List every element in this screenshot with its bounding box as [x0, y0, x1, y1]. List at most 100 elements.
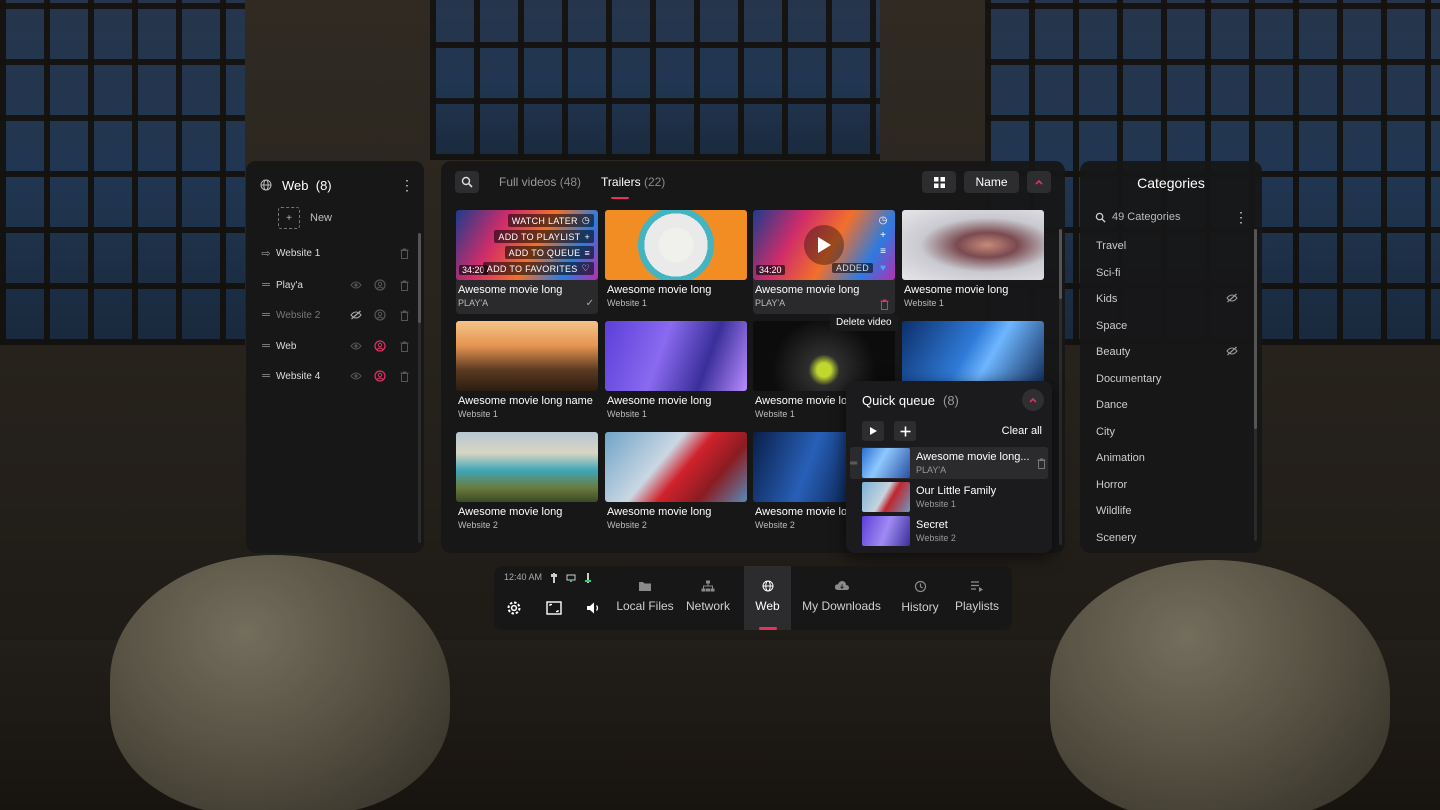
website-name: Website 4	[276, 370, 321, 382]
video-thumbnail[interactable]	[456, 321, 598, 391]
queue-add-icon: ≡	[584, 247, 590, 258]
trash-icon[interactable]	[396, 368, 412, 384]
website-row[interactable]: ⇨ Website 1	[260, 244, 412, 262]
drag-handle-icon[interactable]: ═	[260, 340, 272, 352]
nav-network[interactable]: Network	[679, 566, 737, 630]
trash-icon[interactable]	[396, 277, 412, 293]
eye-icon[interactable]	[348, 368, 364, 384]
clock: 12:40 AM	[504, 572, 543, 583]
eye-off-icon[interactable]	[348, 307, 364, 323]
tab-full-videos[interactable]: Full videos (48)	[499, 171, 581, 193]
queue-item[interactable]: Secret Website 2	[850, 515, 1048, 547]
add-to-queue-button[interactable]	[894, 421, 916, 441]
video-card[interactable]: Awesome movie long name Website 1	[456, 321, 598, 425]
queue-add-icon[interactable]: ≡	[877, 246, 889, 258]
video-thumbnail[interactable]	[605, 321, 747, 391]
play-button[interactable]	[804, 225, 844, 265]
heart-icon[interactable]: ♥	[877, 263, 889, 275]
video-thumbnail[interactable]	[605, 210, 747, 280]
search-button[interactable]	[455, 171, 479, 193]
category-item[interactable]: Scenery	[1096, 530, 1238, 546]
video-card[interactable]: 34:20 WATCH LATER ◷ ADD TO PLAYLIST + ADD TO …	[456, 210, 598, 314]
categories-search[interactable]: 49 Categories ⋮	[1095, 209, 1248, 225]
website-row[interactable]: ═ Web	[260, 337, 412, 355]
queue-item[interactable]: ═ Awesome movie long... PLAY'A	[850, 447, 1048, 479]
video-thumbnail[interactable]	[456, 432, 598, 502]
website-name: Play'a	[276, 279, 303, 291]
queue-item[interactable]: Our Little Family Website 1	[850, 481, 1048, 513]
queue-thumbnail	[862, 482, 910, 512]
video-card[interactable]: Awesome movie long Website 2	[605, 432, 747, 536]
add-to-favorites-button[interactable]: ADD TO FAVORITES ♡	[482, 262, 594, 275]
volume-button[interactable]	[582, 596, 606, 620]
add-to-playlist-button[interactable]: ADD TO PLAYLIST +	[494, 230, 594, 243]
drag-handle-icon[interactable]: ═	[850, 458, 858, 469]
category-item[interactable]: Space	[1096, 318, 1238, 334]
eye-icon[interactable]	[348, 338, 364, 354]
play-queue-button[interactable]	[862, 421, 884, 441]
drag-handle-icon[interactable]: ═	[260, 309, 272, 321]
added-badge: ADDED	[831, 263, 873, 273]
nav-history[interactable]: History	[890, 566, 950, 630]
eye-icon[interactable]	[348, 277, 364, 293]
video-card[interactable]: Awesome movie long Website 2	[456, 432, 598, 536]
user-icon[interactable]	[372, 368, 388, 384]
category-item[interactable]: Wildlife	[1096, 503, 1238, 519]
video-card[interactable]: 34:20 ◷ + ≡ ♥ ADDED Awesome movie long PLAY'A	[753, 210, 895, 314]
sort-by-button[interactable]: Name	[964, 171, 1019, 193]
website-row[interactable]: ═ Website 4	[260, 367, 412, 385]
category-item[interactable]: Documentary	[1096, 371, 1238, 387]
sort-order-button[interactable]	[1027, 171, 1051, 193]
more-options-icon[interactable]: ⋮	[1234, 209, 1248, 226]
category-item[interactable]: Animation	[1096, 450, 1238, 466]
collapse-queue-button[interactable]	[1022, 389, 1044, 411]
nav-playlists[interactable]: Playlists	[952, 566, 1002, 630]
eye-off-icon[interactable]	[1226, 293, 1238, 306]
tab-trailers[interactable]: Trailers (22)	[601, 171, 665, 199]
video-thumbnail[interactable]	[605, 432, 747, 502]
drag-handle-icon[interactable]: ═	[260, 370, 272, 382]
category-item[interactable]: Travel	[1096, 238, 1238, 254]
category-item[interactable]: Kids	[1096, 291, 1238, 307]
video-thumbnail[interactable]	[902, 210, 1044, 280]
category-name: Dance	[1096, 399, 1128, 411]
scrollbar-thumb[interactable]	[418, 233, 421, 323]
clear-all-button[interactable]: Clear all	[1002, 425, 1042, 437]
category-item[interactable]: Sci-fi	[1096, 265, 1238, 281]
video-card[interactable]: Awesome movie long Website 1	[902, 210, 1044, 314]
eye-off-icon[interactable]	[1226, 346, 1238, 359]
trash-icon[interactable]	[396, 245, 412, 261]
website-row[interactable]: ═ Website 2	[260, 306, 412, 324]
watch-later-button[interactable]: WATCH LATER ◷	[507, 214, 594, 227]
more-options-icon[interactable]: ⋮	[400, 177, 414, 194]
video-thumbnail[interactable]: 34:20 ◷ + ≡ ♥ ADDED	[753, 210, 895, 280]
clock-icon[interactable]: ◷	[877, 215, 889, 227]
add-to-queue-button[interactable]: ADD TO QUEUE ≡	[504, 246, 594, 259]
new-source-button[interactable]: + New	[278, 207, 332, 229]
user-icon[interactable]	[372, 338, 388, 354]
website-row[interactable]: ═ Play'a	[260, 276, 412, 294]
settings-button[interactable]	[502, 596, 526, 620]
category-item[interactable]: Dance	[1096, 397, 1238, 413]
fullscreen-button[interactable]	[542, 596, 566, 620]
nav-local-files[interactable]: Local Files	[607, 566, 683, 630]
drag-handle-icon[interactable]: ═	[260, 279, 272, 291]
video-card[interactable]: Awesome movie long Website 1	[605, 210, 747, 314]
trash-icon[interactable]	[396, 338, 412, 354]
category-item[interactable]: Horror	[1096, 477, 1238, 493]
category-item[interactable]: Beauty	[1096, 344, 1238, 360]
trash-icon[interactable]	[1034, 458, 1048, 469]
nav-web[interactable]: Web	[744, 566, 791, 630]
scrollbar-thumb[interactable]	[1059, 229, 1062, 299]
video-card[interactable]: Awesome movie long Website 1	[605, 321, 747, 425]
user-icon[interactable]	[372, 307, 388, 323]
scrollbar-thumb[interactable]	[1254, 229, 1257, 429]
plus-icon[interactable]: +	[877, 230, 889, 242]
nav-my-downloads[interactable]: My Downloads	[797, 566, 886, 630]
category-item[interactable]: City	[1096, 424, 1238, 440]
trash-icon[interactable]	[396, 307, 412, 323]
trash-icon[interactable]	[880, 297, 889, 315]
user-icon[interactable]	[372, 277, 388, 293]
grid-view-button[interactable]	[922, 171, 956, 193]
video-thumbnail[interactable]: 34:20 WATCH LATER ◷ ADD TO PLAYLIST + ADD TO …	[456, 210, 598, 280]
